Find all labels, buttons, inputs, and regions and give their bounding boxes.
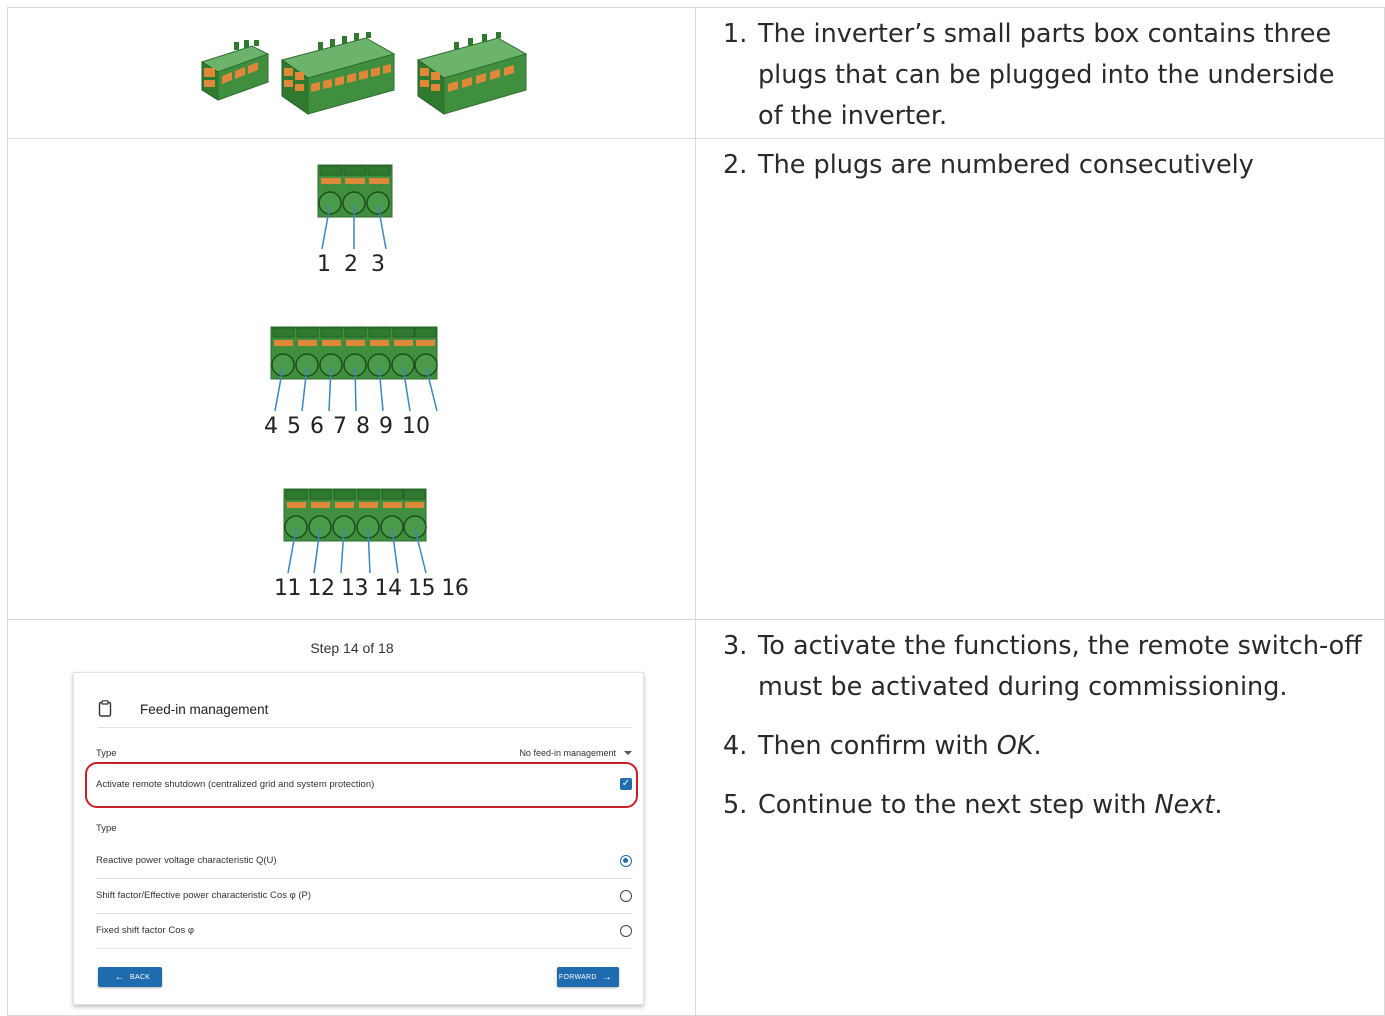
instruction-table: 1. The inverter’s small parts box contai…: [7, 7, 1385, 1016]
step-text: Continue to the next step with Next.: [758, 785, 1363, 826]
option-row[interactable]: Shift factor/Effective power characteris…: [96, 878, 632, 914]
type2-label-row: Type: [96, 820, 632, 836]
step-number: 1.: [723, 19, 748, 49]
step-text-pre: Then confirm with: [758, 731, 997, 761]
table-row: Step 14 of 18 Feed-in management Type No…: [7, 619, 1385, 1016]
type-select[interactable]: No feed-in management: [519, 748, 632, 758]
option-radio[interactable]: [620, 924, 632, 937]
plug-1-numbers: 1 2 3: [317, 252, 385, 277]
option-label: Fixed shift factor Cos φ: [96, 925, 195, 936]
clipboard-icon: [98, 700, 114, 718]
type-select-row[interactable]: Type No feed-in management: [96, 743, 632, 763]
steps-3-5-cell: 3. To activate the functions, the remote…: [695, 619, 1385, 1016]
plugs-image-cell: [7, 7, 696, 139]
step-text: To activate the functions, the remote sw…: [758, 631, 1362, 702]
step-number: 4.: [723, 731, 748, 761]
card-header: Feed-in management: [98, 691, 632, 728]
step-1-cell: 1. The inverter’s small parts box contai…: [695, 7, 1385, 139]
numbered-plug-7-pole-diagram: [270, 326, 438, 412]
plug-3-numbers: 11 12 13 14 15 16: [274, 576, 469, 601]
forward-button-label: FORWARD: [558, 973, 597, 981]
plug-3-pole-image: [200, 40, 270, 101]
forward-button[interactable]: FORWARD →: [557, 967, 619, 987]
table-row: 1 2 3 4 5 6 7 8 9 10 11 12 13 14 15 16 2…: [7, 138, 1385, 620]
remote-shutdown-checkbox[interactable]: ✓: [620, 778, 632, 790]
step-item: 2. The plugs are numbered consecutively: [723, 145, 1363, 186]
plug-2-numbers: 4 5 6 7 8 9 10: [264, 414, 430, 439]
plug-6-pole-image: [416, 32, 528, 115]
arrow-left-icon: ←: [114, 971, 126, 983]
remote-shutdown-row[interactable]: Activate remote shutdown (centralized gr…: [96, 771, 632, 797]
remote-shutdown-label: Activate remote shutdown (centralized gr…: [96, 778, 375, 790]
option-row[interactable]: Reactive power voltage characteristic Q(…: [96, 843, 632, 879]
arrow-right-icon: →: [601, 971, 613, 983]
option-label: Reactive power voltage characteristic Q(…: [96, 855, 277, 866]
numbered-plug-3-pole-diagram: [317, 164, 393, 250]
table-row: 1. The inverter’s small parts box contai…: [7, 7, 1385, 139]
step-item: 5. Continue to the next step with Next.: [723, 785, 1363, 826]
step-text-post: .: [1033, 731, 1042, 761]
option-label: Shift factor/Effective power characteris…: [96, 890, 312, 901]
step-text: The plugs are numbered consecutively: [758, 150, 1254, 180]
step-number: 3.: [723, 631, 748, 661]
type-label: Type: [96, 747, 117, 759]
step-item: 4. Then confirm with OK.: [723, 726, 1363, 767]
step-2-cell: 2. The plugs are numbered consecutively: [695, 138, 1385, 620]
step-number: 2.: [723, 150, 748, 180]
feed-in-management-card: Feed-in management Type No feed-in manag…: [73, 672, 644, 1005]
next-emphasis: Next: [1154, 790, 1215, 820]
ok-emphasis: OK: [996, 731, 1034, 761]
commissioning-screenshot-cell: Step 14 of 18 Feed-in management Type No…: [7, 619, 696, 1016]
plug-7-pole-image: [280, 32, 396, 115]
step-item: 1. The inverter’s small parts box contai…: [723, 14, 1363, 137]
step-text: The inverter’s small parts box contains …: [758, 19, 1335, 131]
step-text-post: .: [1214, 790, 1223, 820]
option-radio-selected[interactable]: [620, 854, 632, 867]
type2-label: Type: [96, 822, 117, 834]
steps-list: 3. To activate the functions, the remote…: [723, 626, 1363, 844]
numbered-plug-6-pole-diagram: [283, 488, 427, 574]
card-title: Feed-in management: [140, 701, 269, 717]
caret-down-icon: [624, 751, 632, 755]
step-caption: Step 14 of 18: [310, 640, 394, 656]
back-button[interactable]: ← BACK: [98, 967, 162, 987]
step-text: Then confirm with OK.: [758, 726, 1363, 767]
option-radio[interactable]: [620, 889, 632, 902]
steps-list: 2. The plugs are numbered consecutively: [723, 145, 1363, 204]
option-row[interactable]: Fixed shift factor Cos φ: [96, 913, 632, 949]
three-plugs-image: [186, 28, 531, 123]
steps-list: 1. The inverter’s small parts box contai…: [723, 14, 1363, 155]
step-item: 3. To activate the functions, the remote…: [723, 626, 1363, 708]
type-select-value: No feed-in management: [519, 748, 616, 758]
back-button-label: BACK: [130, 973, 151, 981]
step-text-pre: Continue to the next step with: [758, 790, 1155, 820]
numbered-plugs-cell: 1 2 3 4 5 6 7 8 9 10 11 12 13 14 15 16: [7, 138, 696, 620]
step-number: 5.: [723, 790, 748, 820]
